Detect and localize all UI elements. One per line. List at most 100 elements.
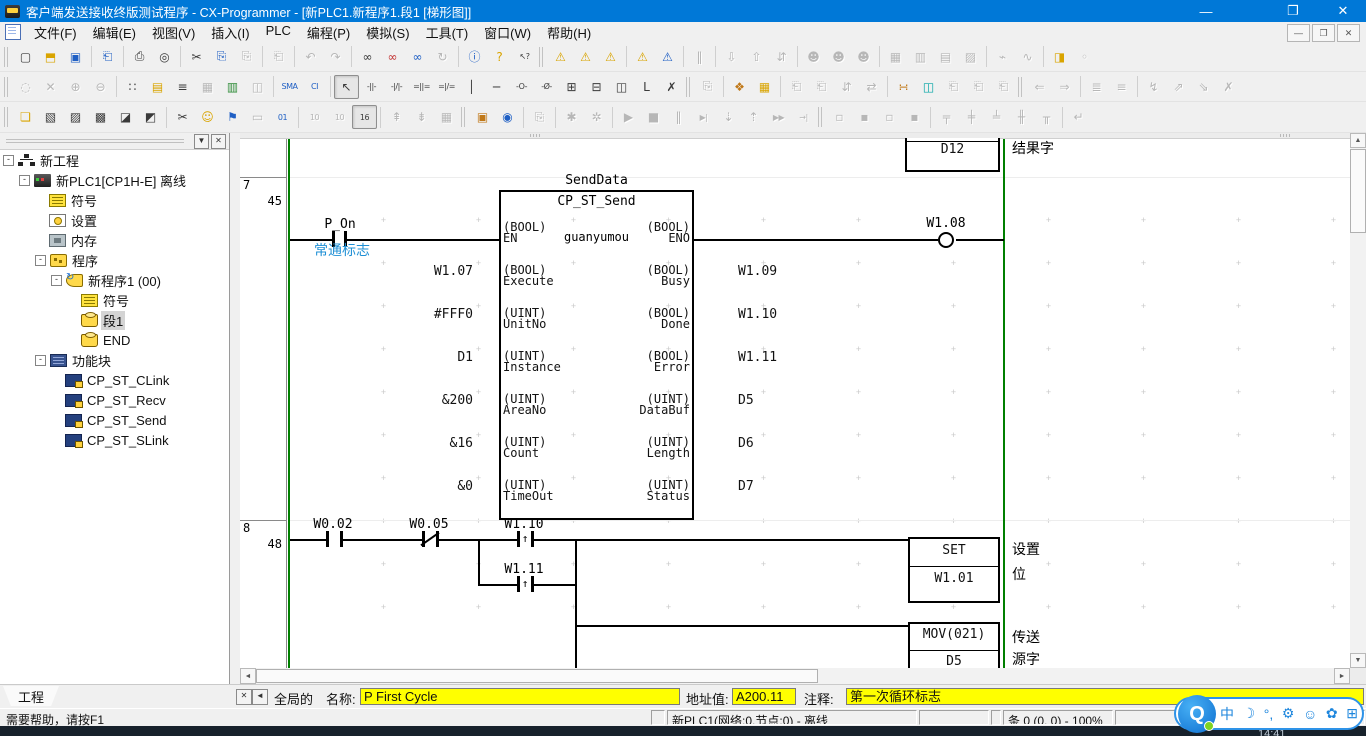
binary-monitor-icon[interactable]: 01: [270, 105, 295, 129]
operand-D5[interactable]: D5: [738, 394, 828, 408]
fb-instance-list-icon[interactable]: ∺: [891, 75, 916, 99]
operand-W1.11[interactable]: W1.11: [738, 351, 828, 365]
ime-tool-wrench-icon[interactable]: ⚙: [1282, 705, 1295, 722]
menu-window[interactable]: 窗口(W): [476, 21, 539, 44]
tree-expand-icon[interactable]: -: [3, 155, 14, 166]
symbol-name-field[interactable]: P First Cycle: [360, 688, 680, 705]
help-topics-icon[interactable]: ?: [487, 45, 512, 69]
operand-D7[interactable]: D7: [738, 480, 828, 494]
output-coil-W1-08[interactable]: [938, 232, 954, 248]
save-project-icon[interactable]: ▣: [63, 45, 88, 69]
coil-closed-icon[interactable]: -Ø-: [534, 75, 559, 99]
find-symbol-icon[interactable]: ∞: [405, 45, 430, 69]
mdi-restore-icon[interactable]: ❐: [1312, 24, 1335, 42]
tree-item-新工程[interactable]: -新工程: [0, 150, 229, 170]
section-list-icon[interactable]: ▥: [220, 75, 245, 99]
operand-W1.07[interactable]: W1.07: [355, 265, 473, 279]
window-cascade-icon[interactable]: ❏: [13, 105, 38, 129]
instruction-detail-icon[interactable]: ⊟: [584, 75, 609, 99]
tree-item-CP_ST_SLink[interactable]: CP_ST_SLink: [0, 430, 229, 450]
about-icon[interactable]: ⓘ: [462, 45, 487, 69]
contact-or-nc-icon[interactable]: =|/=: [434, 75, 459, 99]
symbol-comment-icon[interactable]: ☺: [195, 105, 220, 129]
properties-window-icon[interactable]: ◩: [138, 105, 163, 129]
print-preview-icon[interactable]: ◎: [152, 45, 177, 69]
operand-#FFF0[interactable]: #FFF0: [355, 308, 473, 322]
ime-skin-icon[interactable]: ✿: [1326, 705, 1338, 722]
contact-no-icon[interactable]: -||-: [359, 75, 384, 99]
contact-or-no-icon[interactable]: =||=: [409, 75, 434, 99]
symbol-address-field[interactable]: A200.11: [732, 688, 796, 705]
work-online-icon[interactable]: ⚠: [630, 45, 655, 69]
ime-punctuation-icon[interactable]: °,: [1264, 706, 1274, 722]
select-tool-icon[interactable]: ↖: [334, 75, 359, 99]
toolbar-grip[interactable]: [461, 107, 466, 127]
menu-program[interactable]: 编程(P): [299, 21, 358, 44]
fb-definition-icon[interactable]: ❖: [727, 75, 752, 99]
io-comment-toggle-icon[interactable]: ◨: [1047, 45, 1072, 69]
panel-dropdown-icon[interactable]: ▼: [194, 134, 209, 149]
grid-toggle-icon[interactable]: ∷: [120, 75, 145, 99]
tree-item-END[interactable]: END: [0, 330, 229, 350]
output-window-icon[interactable]: ◪: [113, 105, 138, 129]
context-help-icon[interactable]: ↖?: [512, 45, 537, 69]
compile-all-icon[interactable]: ⚠: [573, 45, 598, 69]
mnemonic-window-icon[interactable]: ▨: [63, 105, 88, 129]
copy-icon[interactable]: ⎘: [209, 45, 234, 69]
tree-item-新PLC1[CP1H-E] 离线[interactable]: -新PLC1[CP1H-E] 离线: [0, 170, 229, 190]
tree-item-新程序1 (00)[interactable]: -新程序1 (00): [0, 270, 229, 290]
print-icon[interactable]: ⎙: [127, 45, 152, 69]
panel-grip[interactable]: [6, 139, 184, 143]
operand-&16[interactable]: &16: [355, 437, 473, 451]
menu-file[interactable]: 文件(F): [26, 21, 85, 44]
coil-icon[interactable]: -O-: [509, 75, 534, 99]
scroll-right-icon[interactable]: ►: [1334, 668, 1350, 684]
scroll-down-icon[interactable]: ▼: [1350, 653, 1366, 668]
horizontal-line-icon[interactable]: ─: [484, 75, 509, 99]
mdi-child-icon[interactable]: [5, 24, 21, 40]
restore-button[interactable]: ❐: [1272, 0, 1314, 22]
format-hex-icon[interactable]: 16: [352, 105, 377, 129]
mnemonic-view-icon[interactable]: SMA: [277, 75, 302, 99]
address-ref-tool-icon[interactable]: ✂: [170, 105, 195, 129]
menu-plc[interactable]: PLC: [258, 21, 299, 44]
vscroll-thumb[interactable]: [1350, 149, 1366, 233]
tree-item-功能块[interactable]: -功能块: [0, 350, 229, 370]
fb-online-edit-icon[interactable]: ◫: [916, 75, 941, 99]
toolbar-grip[interactable]: [686, 77, 691, 97]
ime-half-full-moon-icon[interactable]: ☽: [1243, 705, 1256, 722]
online-sync-icon[interactable]: ◉: [495, 105, 520, 129]
tree-expand-icon[interactable]: -: [19, 175, 30, 186]
line-delete-icon[interactable]: ✗: [659, 75, 684, 99]
tree-expand-icon[interactable]: -: [35, 355, 46, 366]
tree-item-CP_ST_CLink[interactable]: CP_ST_CLink: [0, 370, 229, 390]
instruction-box-icon[interactable]: ⊞: [559, 75, 584, 99]
ladder-window-icon[interactable]: ▧: [38, 105, 63, 129]
ladder-horizontal-scrollbar[interactable]: ◄ ►: [240, 668, 1350, 684]
io-flag-icon[interactable]: ⚑: [220, 105, 245, 129]
fb-invocation-icon[interactable]: ◫: [609, 75, 634, 99]
toolbar-grip[interactable]: [539, 47, 544, 67]
ime-logo-icon[interactable]: Q: [1178, 695, 1216, 733]
operand-&0[interactable]: &0: [355, 480, 473, 494]
address-reference-icon[interactable]: ≡: [170, 75, 195, 99]
operand-D1[interactable]: D1: [355, 351, 473, 365]
ladder-ci-view-icon[interactable]: CI: [302, 75, 327, 99]
toolbar-grip[interactable]: [1018, 77, 1023, 97]
tab-project[interactable]: 工程: [3, 686, 59, 706]
panel-splitter[interactable]: [230, 133, 240, 684]
online-simulator-icon[interactable]: ▣: [470, 105, 495, 129]
compile-program-icon[interactable]: ⚠: [548, 45, 573, 69]
ime-menu-grid-icon[interactable]: ⊞: [1346, 705, 1358, 722]
menu-help[interactable]: 帮助(H): [539, 21, 599, 44]
symbolbar-back-icon[interactable]: ◄: [252, 689, 268, 705]
line-connect-icon[interactable]: L: [634, 75, 659, 99]
menu-insert[interactable]: 插入(I): [203, 21, 257, 44]
page-setup-icon[interactable]: ⎗: [95, 45, 120, 69]
replace-icon[interactable]: ∞: [380, 45, 405, 69]
tree-item-设置[interactable]: 设置: [0, 210, 229, 230]
contact-W0-02[interactable]: [326, 531, 329, 547]
operand-W1.09[interactable]: W1.09: [738, 265, 828, 279]
new-file-icon[interactable]: ▢: [13, 45, 38, 69]
work-online-simulator-icon[interactable]: ⚠: [655, 45, 680, 69]
